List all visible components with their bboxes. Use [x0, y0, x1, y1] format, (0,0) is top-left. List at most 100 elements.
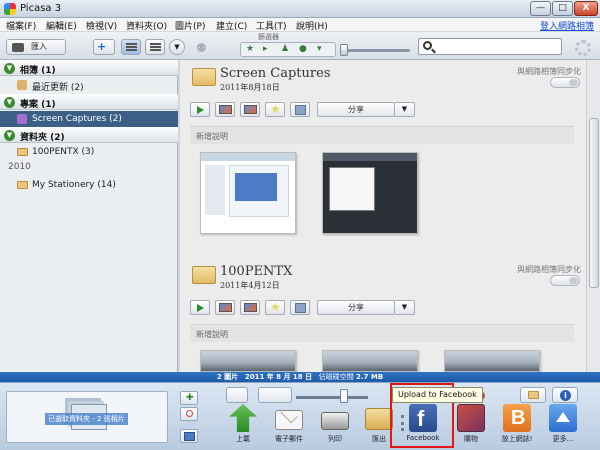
info-button[interactable]: i [552, 387, 578, 403]
tag-button[interactable] [520, 387, 546, 403]
movie-button[interactable] [240, 300, 260, 315]
camera-icon [12, 43, 24, 52]
menu-help[interactable]: 說明(H) [296, 19, 328, 32]
geotag-filter-icon[interactable]: ● [299, 44, 307, 54]
list-view-icon [150, 43, 161, 51]
collapse-icon[interactable]: ▼ [4, 63, 15, 74]
menu-create[interactable]: 建立(C) [216, 19, 247, 32]
group-title[interactable]: Screen Captures [220, 66, 331, 81]
collage-button[interactable] [215, 300, 235, 315]
thumbnail-size-knob[interactable] [340, 389, 348, 403]
group-title[interactable]: 100PENTX [220, 264, 292, 279]
movie-button[interactable] [240, 102, 260, 117]
minimize-button[interactable]: — [530, 1, 551, 16]
thumbnail-size-slider[interactable] [296, 396, 368, 399]
save-button[interactable] [290, 102, 310, 117]
search-input[interactable] [418, 38, 562, 55]
sidebar-item-100pentx[interactable]: 100PENTX (3) [0, 144, 178, 160]
view-dropdown-button[interactable]: ▼ [169, 39, 185, 55]
vertical-scrollbar[interactable] [586, 60, 600, 372]
share-button[interactable]: 分享 [317, 102, 395, 117]
selection-caption: 已選取資料夾 - 2 張相片 [45, 413, 128, 425]
picasa-app-icon [4, 3, 16, 15]
collapse-icon[interactable]: ▼ [4, 130, 15, 141]
toolbar: 匯入 + ▼ ⚉ 篩選器 ★ ▸ ♟ ● ▾ [0, 32, 600, 60]
save-button[interactable] [290, 300, 310, 315]
uploaded-filter-icon[interactable]: ▾ [317, 44, 322, 54]
filter-buttons: ★ ▸ ♟ ● ▾ [240, 42, 336, 57]
add-description-field[interactable]: 新增說明 [190, 126, 574, 144]
slideshow-button[interactable] [190, 300, 210, 315]
thumbnail-view-button[interactable] [121, 39, 141, 55]
photo-thumbnail[interactable] [444, 350, 540, 372]
collage-button[interactable] [215, 102, 235, 117]
grid-view-icon [126, 43, 137, 51]
sync-label: 與網路相簿同步化 [517, 67, 581, 76]
share-button[interactable]: 分享 [317, 300, 395, 315]
share-dropdown-button[interactable]: ▼ [395, 102, 415, 117]
sidebar-item-label: Screen Captures (2) [32, 114, 122, 124]
menu-folder[interactable]: 資料夾(O) [126, 19, 167, 32]
sidebar-item-screen-captures[interactable]: Screen Captures (2) [0, 111, 178, 127]
tag-icon [528, 391, 539, 399]
video-filter-icon[interactable]: ▸ [263, 44, 268, 54]
sidebar-item-my-stationery[interactable]: My Stationery (14) [0, 177, 178, 193]
rotate-button[interactable] [258, 387, 292, 403]
date-filter-slider-knob[interactable] [340, 44, 348, 56]
play-icon [197, 304, 204, 312]
starred-filter-icon[interactable]: ★ [246, 44, 254, 54]
menu-view[interactable]: 檢視(V) [86, 19, 117, 32]
sync-toggle[interactable] [550, 275, 580, 286]
section-folders[interactable]: ▼ 資料夾 (2) [0, 127, 178, 143]
more-action[interactable]: 更多... [540, 404, 586, 448]
status-disk-label: 佔磁碟空間 [318, 373, 354, 381]
menu-picture[interactable]: 圖片(P) [175, 19, 205, 32]
photo-thumbnail[interactable] [200, 152, 296, 234]
import-label: 匯入 [31, 42, 47, 51]
sidebar-item-label: 100PENTX (3) [32, 147, 95, 157]
info-icon: i [560, 390, 571, 401]
photo-thumbnail[interactable] [322, 350, 418, 372]
sidebar-item-recently-updated[interactable]: 最近更新 (2) [0, 77, 178, 93]
close-button[interactable]: X [574, 1, 598, 16]
star-button[interactable]: ★ [265, 102, 285, 117]
photo-thumbnail[interactable] [322, 152, 418, 234]
maximize-button[interactable]: □ [552, 1, 573, 16]
plus-icon: + [97, 40, 107, 53]
sign-in-web-albums-link[interactable]: 登入網路相簿 [540, 19, 594, 32]
photo-thumbnail[interactable] [200, 350, 296, 372]
status-count: 2 圖片 [216, 373, 239, 381]
title-bar: Picasa 3 — □ X [0, 0, 600, 18]
list-view-button[interactable] [145, 39, 165, 55]
menu-tools[interactable]: 工具(T) [256, 19, 287, 32]
star-button[interactable]: ★ [265, 300, 285, 315]
faces-filter-icon[interactable]: ♟ [281, 44, 289, 54]
upload-arrow-icon [229, 404, 257, 432]
clear-button[interactable] [180, 407, 198, 421]
section-albums[interactable]: ▼ 相簿 (1) [0, 60, 178, 76]
menu-edit[interactable]: 編輯(E) [46, 19, 77, 32]
disk-icon [295, 105, 306, 115]
add-to-album-button[interactable]: + [93, 39, 115, 55]
add-description-field[interactable]: 新增說明 [190, 324, 574, 342]
section-folders-label: 資料夾 (2) [20, 133, 65, 143]
hold-button[interactable]: ✚ [180, 391, 198, 405]
import-button[interactable]: 匯入 [6, 39, 66, 55]
movie-icon [244, 105, 257, 114]
scrollbar-thumb[interactable] [589, 118, 599, 288]
menu-file[interactable]: 檔案(F) [6, 19, 36, 32]
section-projects[interactable]: ▼ 專案 (1) [0, 94, 178, 110]
folder-icon [192, 68, 216, 86]
search-icon [423, 41, 432, 50]
up-arrow-icon [549, 404, 577, 432]
share-dropdown-button[interactable]: ▼ [395, 300, 415, 315]
album-icon [17, 80, 27, 90]
star-tray-button[interactable] [226, 387, 248, 403]
add-to-album-tray-button[interactable] [180, 429, 198, 443]
sync-toggle[interactable] [550, 77, 580, 88]
collage-icon [219, 303, 232, 312]
slideshow-button[interactable] [190, 102, 210, 117]
folder-icon [17, 148, 28, 156]
collapse-icon[interactable]: ▼ [4, 97, 15, 108]
date-filter-slider-track[interactable] [346, 49, 410, 52]
